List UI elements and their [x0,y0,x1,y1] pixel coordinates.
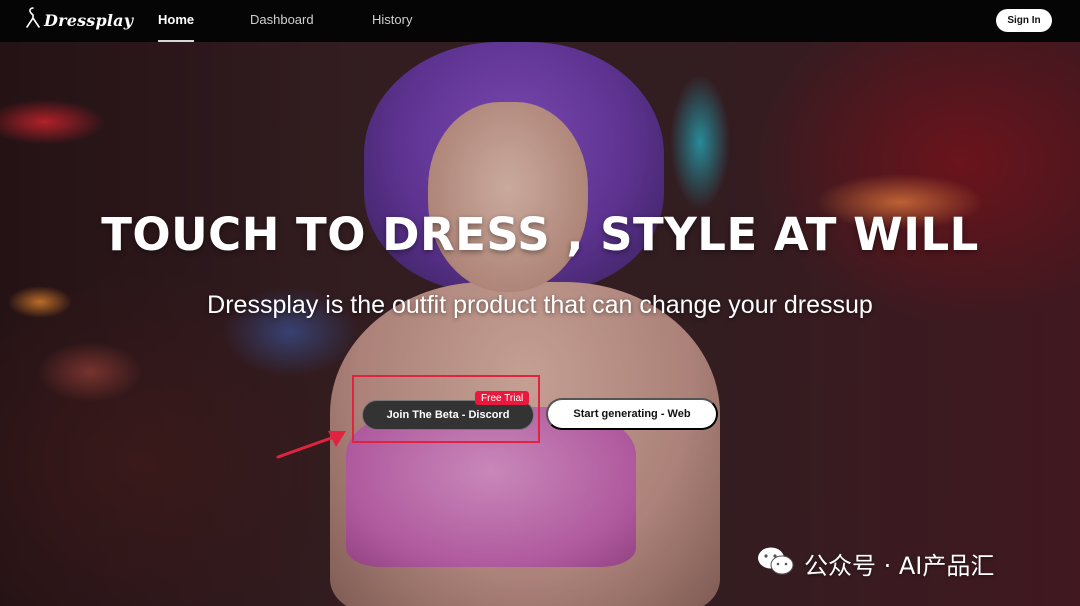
watermark-text: 公众号 · AI产品汇 [804,551,995,580]
hero-subheadline: Dressplay is the outfit product that can… [207,291,873,319]
hero-background [0,42,1080,606]
start-generating-web-button[interactable]: Start generating - Web [546,398,718,430]
dressplay-logo[interactable]: Dressplay [26,6,133,34]
nav-dashboard-link[interactable]: Dashboard [250,12,314,42]
nav-history-link[interactable]: History [372,12,412,42]
nav-home-link[interactable]: Home [158,12,195,42]
top-navbar: Dressplay Home Dashboard History Sign In [0,0,1080,42]
free-trial-badge: Free Trial [475,391,530,405]
logo-text: Dressplay [44,10,134,30]
wechat-icon [756,545,796,582]
watermark: 公众号 · AI产品汇 [756,544,994,582]
red-arrow-icon [276,428,348,465]
hero-headline: TOUCH TO DRESS , STYLE AT WILL [101,208,979,261]
sign-in-button[interactable]: Sign In [996,9,1052,32]
hero-overlay [0,42,1080,606]
hanger-icon [26,6,40,34]
